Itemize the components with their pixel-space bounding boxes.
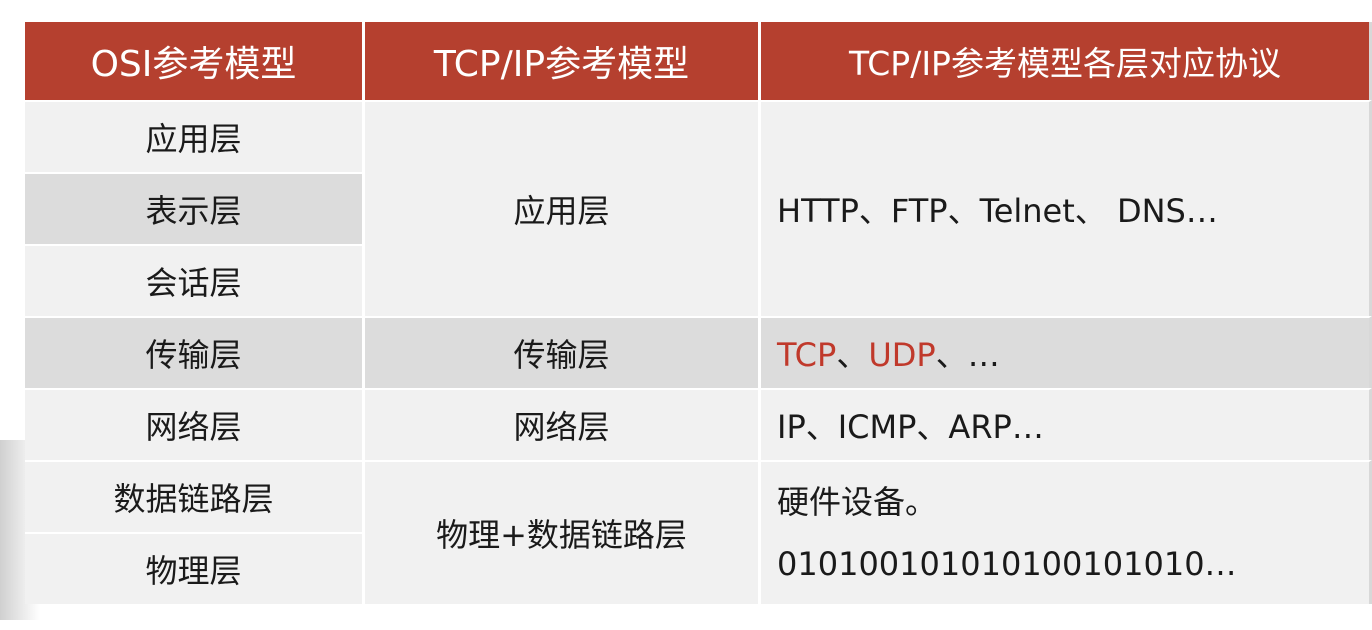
protocols-application: HTTP、FTP、Telnet、 DNS… (761, 100, 1372, 316)
tcpip-layer-transport: 传输层 (365, 316, 761, 388)
protocol-udp: UDP (868, 336, 936, 374)
osi-tcpip-table: OSI参考模型 TCP/IP参考模型 TCP/IP参考模型各层对应协议 应用层 … (25, 22, 1372, 604)
protocols-physical-line1: 硬件设备。 (777, 483, 938, 521)
osi-layer-presentation: 表示层 (25, 172, 365, 244)
protocols-network: IP、ICMP、ARP… (761, 388, 1372, 460)
osi-layer-application: 应用层 (25, 100, 365, 172)
osi-layer-network: 网络层 (25, 388, 365, 460)
protocols-transport: TCP、UDP、… (761, 316, 1372, 388)
table-row: 应用层 应用层 HTTP、FTP、Telnet、 DNS… (25, 100, 1372, 316)
osi-layer-session: 会话层 (25, 244, 365, 316)
protocols-physical-line2: 010100101010100101010… (777, 545, 1237, 583)
header-osi: OSI参考模型 (25, 22, 365, 100)
table-row: 网络层 网络层 IP、ICMP、ARP… (25, 388, 1372, 460)
header-tcpip: TCP/IP参考模型 (365, 22, 761, 100)
table-row: 传输层 传输层 TCP、UDP、… (25, 316, 1372, 388)
protocol-tcp: TCP (777, 336, 837, 374)
tcpip-layer-network: 网络层 (365, 388, 761, 460)
tcpip-layer-application: 应用层 (365, 100, 761, 316)
protocol-ellipsis: 、… (935, 336, 1000, 374)
tcpip-layer-physical-datalink: 物理+数据链路层 (365, 460, 761, 604)
header-row: OSI参考模型 TCP/IP参考模型 TCP/IP参考模型各层对应协议 (25, 22, 1372, 100)
slide: OSI参考模型 TCP/IP参考模型 TCP/IP参考模型各层对应协议 应用层 … (0, 0, 1372, 630)
header-protocols: TCP/IP参考模型各层对应协议 (761, 22, 1372, 100)
osi-layer-transport: 传输层 (25, 316, 365, 388)
osi-layer-physical: 物理层 (25, 532, 365, 604)
osi-layer-datalink: 数据链路层 (25, 460, 365, 532)
protocol-separator: 、 (836, 336, 869, 374)
table-row: 数据链路层 物理+数据链路层 硬件设备。 0101001010101001010… (25, 460, 1372, 604)
protocols-physical: 硬件设备。 010100101010100101010… (761, 460, 1372, 604)
